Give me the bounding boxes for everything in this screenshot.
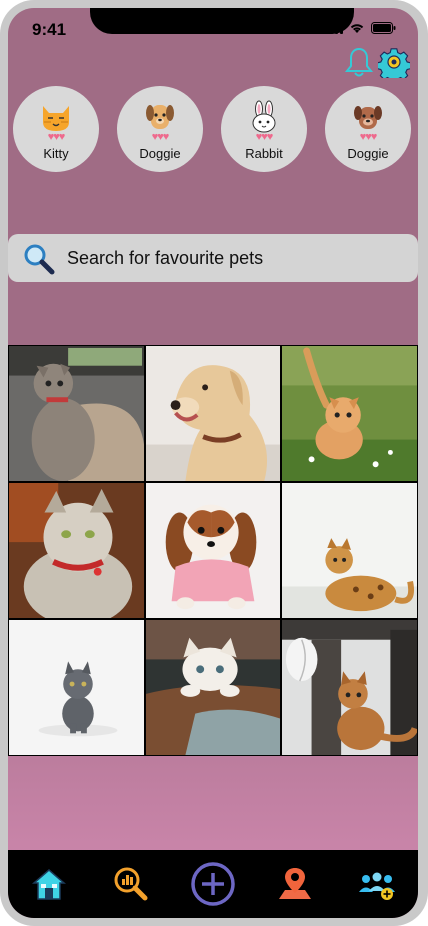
category-label: Kitty (43, 146, 69, 161)
category-kitty[interactable]: ♥♥♥ Kitty (13, 86, 99, 172)
photo-tabby-kitten[interactable] (8, 345, 145, 482)
phone-frame: 9:41 ♥♥♥ Kitty ♥♥♥ Doggie ♥♥♥ Rabbit ♥♥♥… (0, 0, 428, 926)
category-label: Rabbit (245, 146, 283, 161)
search-icon (24, 244, 55, 275)
hearts-icon: ♥♥♥ (47, 131, 66, 143)
search-placeholder: Search for favourite pets (67, 248, 264, 268)
home-icon (31, 869, 67, 900)
battery-icon (371, 22, 396, 34)
status-time: 9:41 (32, 20, 67, 39)
search-bar[interactable]: Search for favourite pets (8, 234, 418, 282)
bottom-nav (8, 850, 418, 918)
category-row: ♥♥♥ Kitty ♥♥♥ Doggie ♥♥♥ Rabbit ♥♥♥ Dogg… (13, 86, 413, 176)
category-rabbit[interactable]: ♥♥♥ Rabbit (221, 86, 307, 172)
photo-grid (8, 345, 418, 756)
community-icon (359, 872, 395, 900)
nav-search-stats[interactable] (108, 861, 154, 907)
cat-face-icon (43, 106, 69, 131)
photo-longhair-cat[interactable] (8, 482, 145, 619)
photo-grey-kitten[interactable] (8, 619, 145, 756)
photo-labrador[interactable] (145, 345, 281, 482)
app-screen: 9:41 ♥♥♥ Kitty ♥♥♥ Doggie ♥♥♥ Rabbit ♥♥♥… (8, 8, 418, 918)
notch (90, 8, 354, 34)
nav-home[interactable] (26, 861, 72, 907)
hearts-icon: ♥♥♥ (151, 131, 170, 143)
wifi-icon (350, 24, 364, 33)
hearts-icon: ♥♥♥ (255, 131, 274, 143)
search-chart-icon (114, 867, 148, 901)
category-label: Doggie (139, 146, 181, 161)
rabbit-face-icon (252, 100, 276, 133)
gear-icon[interactable] (378, 46, 410, 78)
status-indicators (325, 22, 396, 34)
add-icon (191, 862, 235, 906)
nav-community[interactable] (354, 861, 400, 907)
category-label: Doggie (347, 146, 389, 161)
signal-icon (325, 22, 343, 34)
bell-icon[interactable] (344, 46, 374, 78)
category-doggie-2[interactable]: ♥♥♥ Doggie (325, 86, 411, 172)
category-doggie[interactable]: ♥♥♥ Doggie (117, 86, 203, 172)
photo-spaniel-puppy[interactable] (145, 482, 281, 619)
header-actions (344, 46, 410, 78)
nav-location[interactable] (272, 861, 318, 907)
photo-orange-kitten[interactable] (281, 345, 418, 482)
map-pin-icon (279, 868, 311, 899)
hearts-icon: ♥♥♥ (359, 131, 378, 143)
photo-bengal-cat[interactable] (281, 482, 418, 619)
nav-add[interactable] (190, 861, 236, 907)
dog-face-icon (146, 105, 174, 129)
dog-face-icon (354, 106, 382, 129)
photo-white-kitten[interactable] (145, 619, 281, 756)
photo-feather-kitten[interactable] (281, 619, 418, 756)
